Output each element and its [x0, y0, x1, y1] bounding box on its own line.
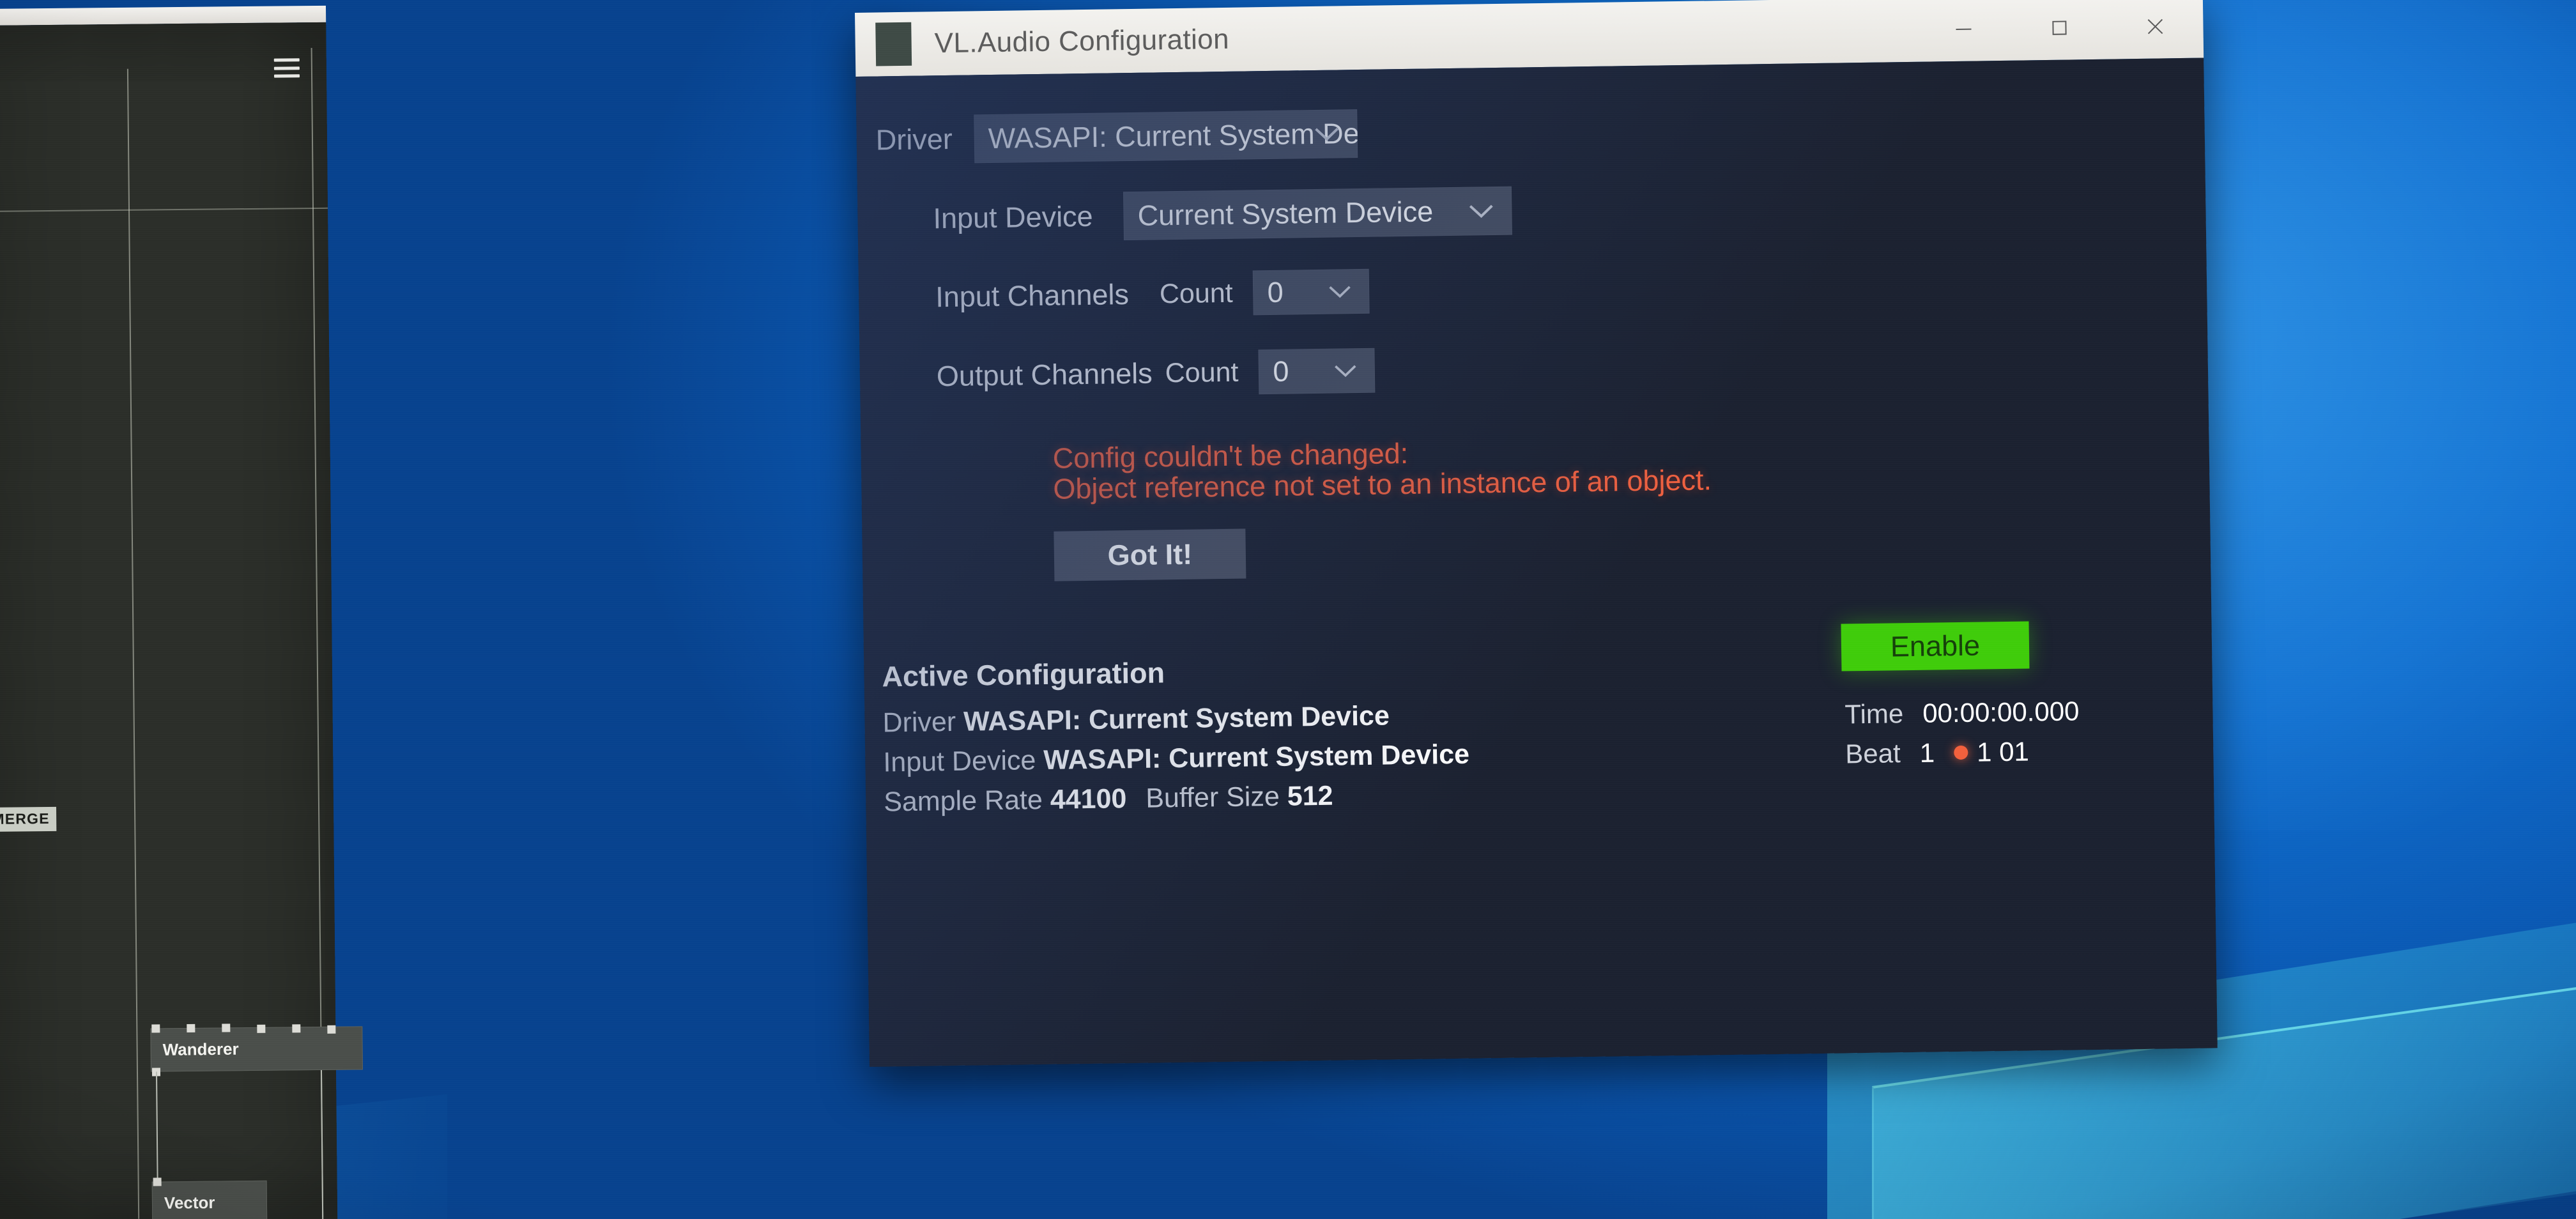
active-config-input-device-label: Input Device — [883, 745, 1036, 778]
active-config-input-device-value: WASAPI: Current System Device — [1043, 739, 1470, 776]
screen: NE-MERGE Wanderer Vector VL.Audio Config… — [0, 0, 2576, 1219]
beat-indicator-icon — [1953, 745, 1968, 760]
vl-audio-configuration-dialog[interactable]: VL.Audio Configuration Driver WASAPI: Cu… — [855, 0, 2218, 1067]
buffer-size-label: Buffer Size — [1145, 781, 1280, 814]
active-config-driver-label: Driver — [882, 706, 956, 739]
sample-rate-value: 44100 — [1050, 783, 1127, 815]
buffer-size-value: 512 — [1287, 780, 1333, 812]
node-pin[interactable] — [153, 1177, 162, 1186]
output-channels-count-select[interactable]: 0 — [1258, 348, 1376, 395]
time-label: Time — [1844, 698, 1904, 730]
node-pin[interactable] — [327, 1025, 336, 1034]
dialog-title: VL.Audio Configuration — [934, 23, 1230, 59]
input-channels-count-value: 0 — [1267, 275, 1284, 309]
chevron-down-icon — [1335, 365, 1356, 378]
patch-editor-canvas[interactable]: NE-MERGE Wanderer Vector — [0, 22, 363, 1219]
maximize-button[interactable] — [2011, 0, 2108, 61]
input-device-label: Input Device — [933, 199, 1093, 235]
active-config-driver: Driver WASAPI: Current System Device — [882, 700, 1390, 739]
close-button[interactable] — [2107, 0, 2204, 59]
hamburger-icon[interactable] — [273, 58, 300, 78]
output-channels-row: Output Channels Count 0 — [936, 348, 1376, 399]
active-config-input-device: Input Device WASAPI: Current System Devi… — [883, 739, 1469, 779]
input-device-row: Input Device Current System Device — [933, 186, 1513, 243]
chevron-down-icon — [1315, 128, 1338, 141]
patch-node-label: Wanderer — [162, 1039, 239, 1059]
beat-label: Beat — [1845, 738, 1901, 769]
time-readout: Time 00:00:00.000 — [1844, 696, 2080, 730]
minimize-icon — [1956, 28, 1972, 30]
chevron-down-icon — [1469, 204, 1493, 218]
got-it-button[interactable]: Got It! — [1054, 528, 1246, 581]
node-pin[interactable] — [187, 1023, 195, 1032]
patch-editor-window[interactable]: NE-MERGE Wanderer Vector — [0, 5, 363, 1219]
enable-button[interactable]: Enable — [1841, 621, 2030, 671]
input-channels-count-select[interactable]: 0 — [1253, 268, 1370, 316]
maximize-icon — [2052, 20, 2067, 35]
sample-rate-label: Sample Rate — [883, 785, 1043, 818]
dialog-body: Driver WASAPI: Current System De... Inpu… — [855, 57, 2218, 1067]
time-value: 00:00:00.000 — [1922, 696, 2080, 728]
patch-gridline-vertical — [126, 68, 140, 1219]
minimize-button[interactable] — [1915, 0, 2012, 62]
patch-wire — [320, 1070, 324, 1219]
node-pin[interactable] — [257, 1024, 266, 1033]
patch-tag-label: NE-MERGE — [0, 806, 56, 832]
active-config-rates: Sample Rate 44100 Buffer Size 512 — [884, 781, 1333, 818]
driver-select[interactable]: WASAPI: Current System De... — [974, 109, 1358, 164]
input-device-select[interactable]: Current System Device — [1123, 186, 1513, 241]
patch-node-vector[interactable]: Vector — [151, 1180, 268, 1219]
patch-node-label: Vector — [164, 1193, 215, 1213]
window-controls — [1915, 0, 2204, 62]
output-channels-count-value: 0 — [1273, 355, 1289, 388]
patch-wire — [155, 1071, 158, 1182]
active-config-driver-value: WASAPI: Current System Device — [963, 700, 1390, 737]
input-channels-label: Input Channels — [935, 278, 1130, 314]
node-pin[interactable] — [222, 1023, 231, 1032]
output-channels-count-label: Count — [1165, 356, 1239, 388]
active-configuration-heading: Active Configuration — [882, 656, 1165, 693]
input-channels-row: Input Channels Count 0 — [935, 268, 1370, 319]
app-icon — [875, 22, 912, 66]
node-pin[interactable] — [151, 1024, 160, 1033]
beat-value: 1 — [1919, 737, 1935, 768]
output-channels-label: Output Channels — [936, 356, 1153, 393]
patch-gridline-horizontal — [0, 207, 328, 212]
chevron-down-icon — [1329, 286, 1351, 298]
node-pin[interactable] — [292, 1024, 301, 1033]
beat-position: 1 01 — [1976, 736, 2030, 767]
close-icon — [2147, 19, 2163, 34]
input-device-value: Current System Device — [1137, 195, 1434, 232]
driver-value: WASAPI: Current System De... — [988, 117, 1358, 155]
driver-label: Driver — [875, 122, 953, 157]
driver-row: Driver WASAPI: Current System De... — [875, 109, 1358, 165]
input-channels-count-label: Count — [1159, 277, 1233, 309]
beat-readout: Beat 1 1 01 — [1845, 736, 2029, 769]
